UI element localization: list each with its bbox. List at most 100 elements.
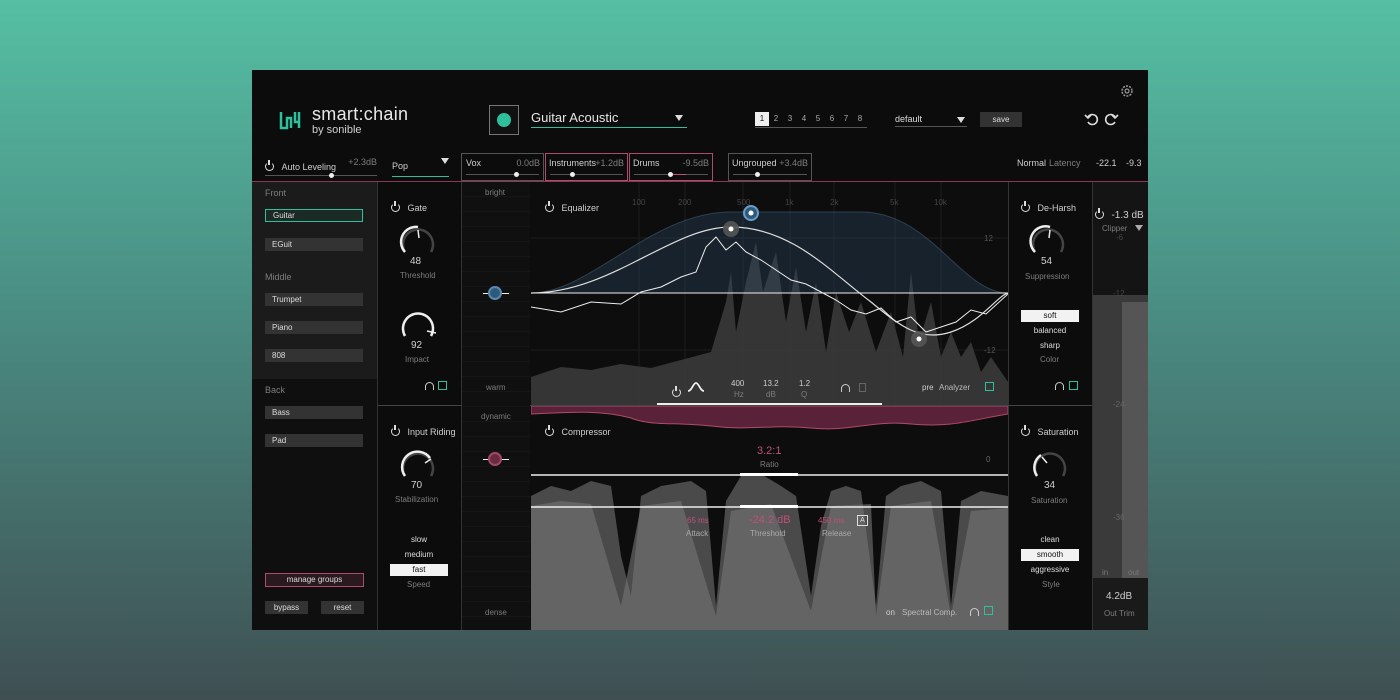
- bell-filter-icon[interactable]: [687, 381, 705, 393]
- input-riding-power-icon[interactable]: [391, 425, 400, 436]
- track-chip-guitar[interactable]: Guitar: [265, 209, 363, 222]
- redo-icon[interactable]: [1103, 111, 1119, 127]
- headphones-icon[interactable]: [1055, 382, 1064, 390]
- speed-option-medium[interactable]: medium: [390, 549, 448, 561]
- group-slider[interactable]: [634, 172, 708, 177]
- slider-handle[interactable]: [668, 172, 673, 177]
- group-slider[interactable]: [550, 172, 623, 177]
- sidechain-icon[interactable]: [985, 382, 994, 391]
- speed-option-slow[interactable]: slow: [390, 534, 448, 546]
- equalizer-header: Equalizer: [545, 198, 599, 216]
- saturation-power-icon[interactable]: [1021, 425, 1030, 436]
- threshold-handle[interactable]: [740, 505, 798, 508]
- slot-3[interactable]: 3: [783, 112, 797, 126]
- comp-db-tick: 0: [986, 455, 991, 464]
- track-chip-eguit[interactable]: EGuit: [265, 238, 363, 251]
- eq-scroll-bar[interactable]: [657, 403, 882, 405]
- ratio-value[interactable]: 3.2:1: [757, 445, 781, 457]
- save-button[interactable]: save: [980, 112, 1022, 127]
- equalizer-power-icon[interactable]: [545, 201, 554, 212]
- track-chip-pad[interactable]: Pad: [265, 434, 363, 447]
- band-q-value[interactable]: 1.2: [799, 379, 810, 388]
- latency-mode[interactable]: Normal: [1017, 158, 1046, 168]
- release-value[interactable]: 450 ms: [818, 516, 844, 525]
- deharsh-power-icon[interactable]: [1021, 201, 1030, 212]
- profile-dropdown[interactable]: Guitar Acoustic: [531, 110, 687, 128]
- compressor-threshold-value[interactable]: -24.2 dB: [749, 514, 791, 526]
- speed-option-fast[interactable]: fast: [390, 564, 448, 576]
- compressor-power-icon[interactable]: [545, 425, 554, 436]
- tonal-balance-handle[interactable]: [488, 286, 502, 300]
- band-gain-unit: dB: [766, 390, 776, 399]
- slider-handle[interactable]: [514, 172, 519, 177]
- learn-button[interactable]: [489, 105, 519, 135]
- front-section: Front Guitar EGuit: [252, 182, 377, 266]
- color-option-sharp[interactable]: sharp: [1021, 340, 1079, 352]
- bypass-button[interactable]: bypass: [265, 601, 308, 614]
- slot-2[interactable]: 2: [769, 112, 783, 126]
- headphones-icon[interactable]: [970, 608, 979, 616]
- manage-groups-button[interactable]: manage groups: [265, 573, 364, 587]
- group-vox[interactable]: Vox 0.0dB: [461, 153, 544, 181]
- group-slider[interactable]: [733, 172, 807, 177]
- auto-leveling-slider[interactable]: [265, 173, 377, 178]
- chevron-down-icon: [441, 158, 449, 164]
- chevron-down-icon: [957, 117, 965, 123]
- sidechain-icon[interactable]: [984, 606, 993, 615]
- style-option-smooth[interactable]: smooth: [1021, 549, 1079, 561]
- track-chip-808[interactable]: 808: [265, 349, 363, 362]
- undo-icon[interactable]: [1084, 111, 1100, 127]
- slider-handle[interactable]: [329, 173, 334, 178]
- preset-dropdown[interactable]: default: [895, 114, 967, 127]
- saturation-label: Saturation: [1031, 496, 1068, 505]
- auto-leveling-power-icon[interactable]: [265, 160, 274, 171]
- gate-power-icon[interactable]: [391, 201, 400, 212]
- slider-handle[interactable]: [755, 172, 760, 177]
- meter-out-label: out: [1128, 568, 1140, 577]
- attack-value[interactable]: 65 ms: [687, 516, 709, 525]
- analyzer-mode[interactable]: pre: [922, 383, 934, 392]
- out-trim-value[interactable]: 4.2dB: [1106, 591, 1132, 602]
- track-chip-piano[interactable]: Piano: [265, 321, 363, 334]
- auto-release-toggle[interactable]: A: [857, 515, 868, 526]
- band-power-icon[interactable]: [672, 386, 681, 397]
- sidechain-icon[interactable]: [1069, 381, 1078, 390]
- headphones-icon[interactable]: [425, 382, 434, 390]
- reset-button[interactable]: reset: [321, 601, 364, 614]
- slot-6[interactable]: 6: [825, 112, 839, 126]
- out-trim-box[interactable]: [1093, 578, 1148, 630]
- input-riding-header: Input Riding: [391, 422, 456, 440]
- genre-dropdown[interactable]: Pop: [392, 156, 449, 177]
- group-instruments[interactable]: Instruments +1.2dB: [545, 153, 628, 181]
- equalizer-graph[interactable]: [531, 182, 1008, 405]
- spectral-comp-state[interactable]: on: [886, 608, 895, 617]
- slot-1[interactable]: 1: [755, 112, 769, 126]
- trash-icon[interactable]: [859, 383, 866, 392]
- density-handle[interactable]: [488, 452, 502, 466]
- slot-4[interactable]: 4: [797, 112, 811, 126]
- ratio-handle[interactable]: [740, 473, 798, 476]
- band-gain-value[interactable]: 13.2: [763, 379, 779, 388]
- slot-8[interactable]: 8: [853, 112, 867, 126]
- slot-5[interactable]: 5: [811, 112, 825, 126]
- band-listen-icon[interactable]: [841, 384, 850, 392]
- style-option-clean[interactable]: clean: [1021, 534, 1079, 546]
- group-ungrouped[interactable]: Ungrouped +3.4dB: [728, 153, 812, 181]
- settings-gear-icon[interactable]: [1119, 83, 1135, 99]
- auto-leveling-control[interactable]: Auto Leveling +2.3dB: [265, 157, 377, 178]
- spectral-comp-label: Spectral Comp.: [902, 608, 958, 617]
- group-name: Drums: [633, 158, 660, 168]
- slider-handle[interactable]: [570, 172, 575, 177]
- slot-7[interactable]: 7: [839, 112, 853, 126]
- group-drums[interactable]: Drums -9.5dB: [629, 153, 713, 181]
- track-chip-trumpet[interactable]: Trumpet: [265, 293, 363, 306]
- style-option-aggressive[interactable]: aggressive: [1021, 564, 1079, 576]
- color-option-balanced[interactable]: balanced: [1021, 325, 1079, 337]
- group-slider[interactable]: [466, 172, 539, 177]
- tone-slider-column: [462, 182, 530, 630]
- band-freq-value[interactable]: 400: [731, 379, 744, 388]
- track-chip-bass[interactable]: Bass: [265, 406, 363, 419]
- color-option-soft[interactable]: soft: [1021, 310, 1079, 322]
- equalizer-title: Equalizer: [561, 203, 599, 213]
- sidechain-icon[interactable]: [438, 381, 447, 390]
